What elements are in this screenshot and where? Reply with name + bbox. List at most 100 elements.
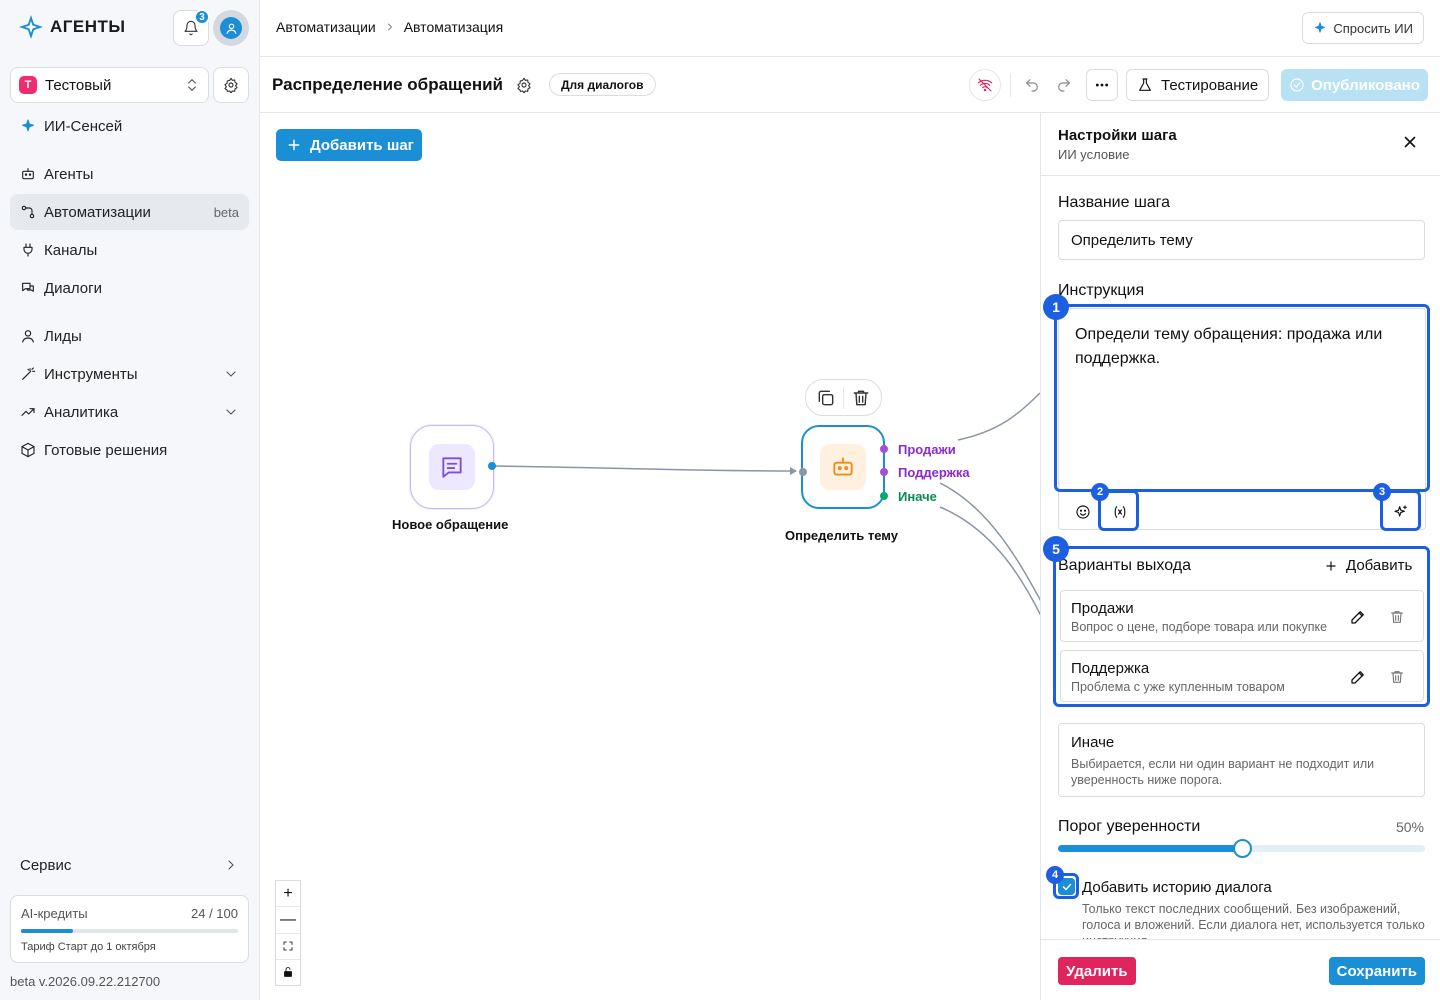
ask-ai-button[interactable]: Спросить ИИ [1302,12,1424,44]
credits-progress [21,929,238,933]
copy-icon[interactable] [816,388,836,408]
annotation-5: 5 [1043,536,1069,562]
sidebar-item-label: ИИ-Сенсей [44,117,123,135]
user-icon [22,330,34,343]
node-label: Определить тему [785,528,898,543]
ai-credits-card[interactable]: AI-кредиты 24 / 100 Тариф Старт до 1 окт… [10,895,249,963]
output-port-support[interactable] [880,468,888,476]
zoom-in-button[interactable]: + [276,881,300,908]
publish-label: Опубликовано [1311,76,1420,94]
panel-header: Настройки шага ИИ условие [1041,113,1440,176]
sidebar-item-label: Аналитика [44,403,119,421]
node-define-topic[interactable] [801,425,885,509]
connection-toggle[interactable] [969,69,1001,101]
undo-button[interactable] [1024,77,1040,93]
workspace-letter: Т [19,76,37,94]
annotation-1: 1 [1043,294,1069,320]
chevron-right-icon [228,860,234,870]
delete-step-button[interactable]: Удалить [1058,957,1136,985]
else-name: Иначе [1071,734,1115,751]
wifi-off-icon [977,78,993,92]
sidebar-item-agents[interactable]: Агенты [10,156,249,192]
lock-icon [284,967,292,978]
zoom-out-button[interactable]: — [276,907,300,934]
publish-button[interactable]: Опубликовано [1281,69,1428,101]
sidebar-item-solutions[interactable]: Готовые решения [10,432,249,468]
sidebar-item-label: Диалоги [44,279,102,297]
zoom-controls: + — [275,880,301,986]
notifications-count-badge: 3 [194,9,210,25]
trash-icon[interactable] [851,388,871,408]
chevron-down-icon [226,371,236,377]
emoji-icon[interactable] [1075,504,1091,520]
add-step-button[interactable]: Добавить шаг [276,129,422,161]
fit-view-button[interactable] [276,934,300,960]
toolbar-divider [1010,73,1011,97]
credits-label: AI-кредиты [21,906,88,921]
brand-logo[interactable]: АГЕНТЫ [18,14,126,40]
annotation-4: 4 [1046,866,1064,884]
sidebar-item-analytics[interactable]: Аналитика [10,394,249,430]
threshold-slider[interactable] [1058,839,1425,858]
threshold-value: 50% [1395,819,1424,835]
highlight-variants [1053,546,1430,707]
sidebar-item-tools[interactable]: Инструменты [10,356,249,392]
plug-icon [23,243,33,257]
sidebar-item-dialogs[interactable]: Диалоги [10,270,249,306]
more-button[interactable] [1086,69,1118,101]
output-port-sales[interactable] [880,445,888,453]
threshold-slider-handle[interactable] [1232,839,1252,858]
close-panel-button[interactable] [1401,133,1419,151]
threshold-slider-fill [1058,845,1242,852]
flow-canvas[interactable]: Добавить шаг Новое обращение Продажи Под… [260,113,1040,1000]
workspace-settings-button[interactable] [213,67,249,103]
workflow-icon [21,205,35,219]
workspace-selector[interactable]: Т Тестовый [10,67,209,103]
ask-ai-label: Спросить ИИ [1333,20,1413,36]
node-new-request[interactable] [410,425,494,509]
workspace-name: Тестовый [45,76,112,94]
flow-settings-button[interactable] [516,77,532,93]
breadcrumb-current: Автоматизация [403,19,504,35]
user-avatar[interactable] [213,10,249,46]
lock-button[interactable] [276,960,300,985]
save-step-button[interactable]: Сохранить [1328,957,1425,985]
edge-sales [957,392,1040,441]
chats-icon [22,282,34,292]
beta-badge: beta [213,204,239,220]
flow-toolbar: Распределение обращений Для диалогов Тес… [260,57,1440,113]
panel-subtitle: ИИ условие [1058,147,1130,162]
breadcrumb: Автоматизации Автоматизация [276,19,503,35]
node-label: Новое обращение [392,517,509,532]
sidebar-item-label: Готовые решения [44,441,168,459]
sidebar-item-leads[interactable]: Лиды [10,318,249,354]
sidebar-item-service[interactable]: Сервис [10,847,249,883]
plus-icon [288,139,300,151]
sidebar-item-label: Сервис [20,856,72,874]
node-input-port[interactable] [799,468,807,476]
history-label: Добавить историю диалога [1082,879,1272,896]
sidebar-item-label: Каналы [44,241,98,259]
bot-icon [833,457,853,476]
test-button[interactable]: Тестирование [1126,69,1270,101]
output-label-sales: Продажи [898,442,956,457]
output-label-support: Поддержка [898,465,970,480]
step-name-input[interactable]: Определить тему [1058,220,1425,260]
app-version: beta v.2026.09.22.212700 [10,974,161,989]
else-desc: Выбирается, если ни один вариант не подх… [1071,757,1375,787]
panel-title: Настройки шага [1058,127,1177,144]
node-output-port[interactable] [488,462,496,470]
sparkle-icon [22,119,34,132]
highlight-instruction [1054,304,1430,492]
sidebar-item-channels[interactable]: Каналы [10,232,249,268]
add-step-label: Добавить шаг [310,136,414,154]
sparkle-icon [1315,22,1326,33]
sidebar-item-automations[interactable]: Автоматизации beta [10,194,249,230]
output-port-else[interactable] [880,492,888,500]
breadcrumb-parent[interactable]: Автоматизации [276,19,376,35]
brand-name: АГЕНТЫ [50,17,126,36]
annotation-3: 3 [1373,483,1391,501]
redo-button[interactable] [1056,77,1072,93]
bot-icon [22,168,34,180]
sidebar-item-ai-sensei[interactable]: ИИ-Сенсей [10,108,249,144]
